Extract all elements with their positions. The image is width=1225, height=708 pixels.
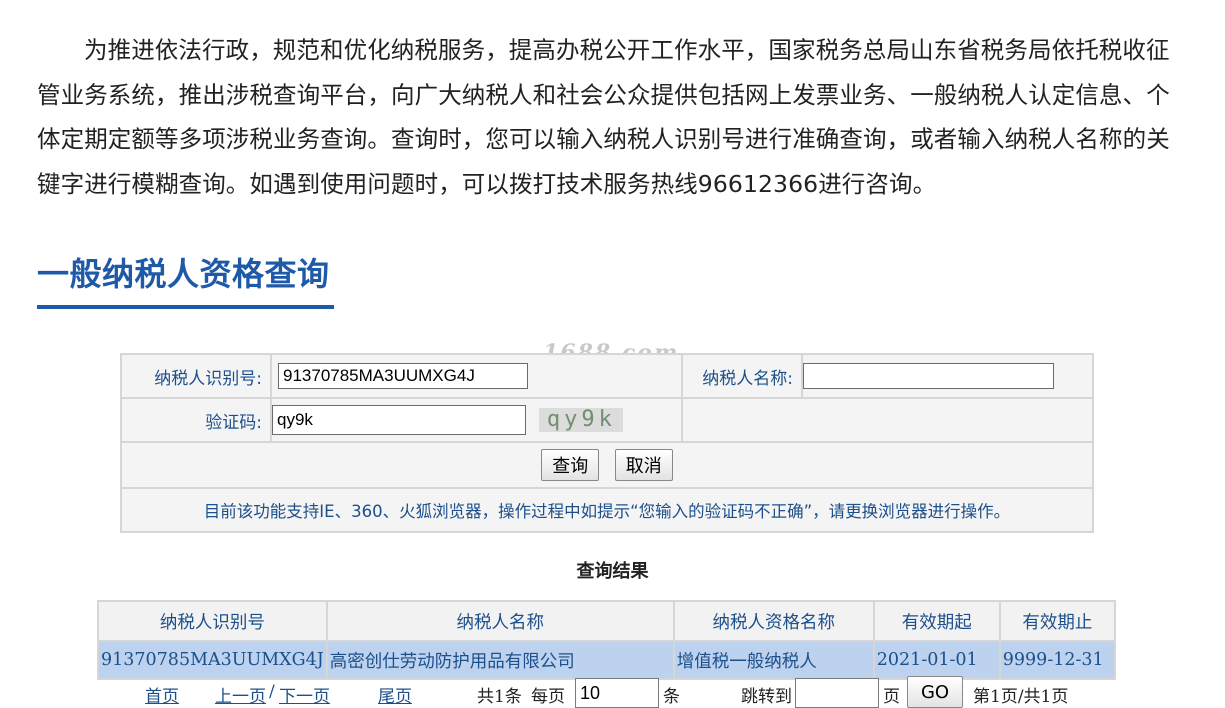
per-page-label: 每页: [531, 687, 565, 707]
results-title: 查询结果: [576, 561, 649, 582]
cell-valid-to: 9999-12-31: [998, 640, 1117, 680]
query-button[interactable]: 查询: [541, 449, 600, 481]
table-row: 91370785MA3UUMXG4J 高密创仕劳动防护用品有限公司 增值税一般纳…: [97, 640, 1117, 680]
browser-notice: 目前该功能支持IE、360、火狐浏览器，操作过程中如提示“您输入的验证码不正确”…: [120, 487, 1094, 533]
intro-paragraph: 为推进依法行政，规范和优化纳税服务，提高办税公开工作水平，国家税务总局山东省税务…: [37, 36, 1170, 198]
cell-taxpayer-id: 91370785MA3UUMXG4J: [97, 640, 328, 680]
per-page-unit: 条: [663, 687, 680, 707]
captcha-label: 验证码:: [120, 397, 272, 443]
query-form: 纳税人识别号: 纳税人名称: 验证码: qy9k 查询 取消 目前该功能支持IE…: [120, 353, 1094, 533]
column-header: 有效期起: [872, 600, 1001, 642]
pager-separator: /: [269, 682, 275, 702]
page-unit: 页: [883, 687, 900, 707]
cell-valid-from: 2021-01-01: [872, 640, 1001, 680]
pagination: 首页 上一页 / 下一页 尾页 共1条 每页 条 跳转到 页 GO 第1页/共1…: [97, 676, 1127, 708]
results-table: 纳税人识别号 纳税人名称 纳税人资格名称 有效期起 有效期止 91370785M…: [97, 600, 1117, 680]
cell-qualification: 增值税一般纳税人: [672, 640, 875, 680]
go-button[interactable]: GO: [907, 676, 963, 708]
taxpayer-name-label: 纳税人名称:: [681, 353, 803, 399]
taxpayer-id-label: 纳税人识别号:: [120, 353, 272, 399]
total-count: 共1条: [477, 687, 522, 707]
column-header: 纳税人识别号: [97, 600, 328, 642]
page-status: 第1页/共1页: [973, 687, 1069, 707]
next-page-link[interactable]: 下一页: [279, 682, 330, 707]
column-header: 纳税人资格名称: [672, 600, 875, 642]
title-underline: [37, 305, 334, 309]
prev-page-link[interactable]: 上一页: [215, 682, 266, 707]
first-page-link[interactable]: 首页: [145, 682, 179, 707]
column-header: 纳税人名称: [325, 600, 675, 642]
last-page-link[interactable]: 尾页: [378, 682, 412, 707]
cell-taxpayer-name: 高密创仕劳动防护用品有限公司: [325, 640, 675, 680]
cancel-button[interactable]: 取消: [614, 449, 673, 481]
per-page-input[interactable]: [575, 678, 659, 708]
column-header: 有效期止: [998, 600, 1117, 642]
taxpayer-name-input[interactable]: [803, 363, 1054, 389]
taxpayer-id-input[interactable]: [278, 363, 528, 389]
captcha-input[interactable]: [272, 405, 526, 435]
jump-label: 跳转到: [741, 687, 792, 707]
captcha-image[interactable]: qy9k: [539, 408, 624, 432]
section-title: 一般纳税人资格查询: [37, 255, 330, 293]
jump-page-input[interactable]: [795, 678, 879, 708]
